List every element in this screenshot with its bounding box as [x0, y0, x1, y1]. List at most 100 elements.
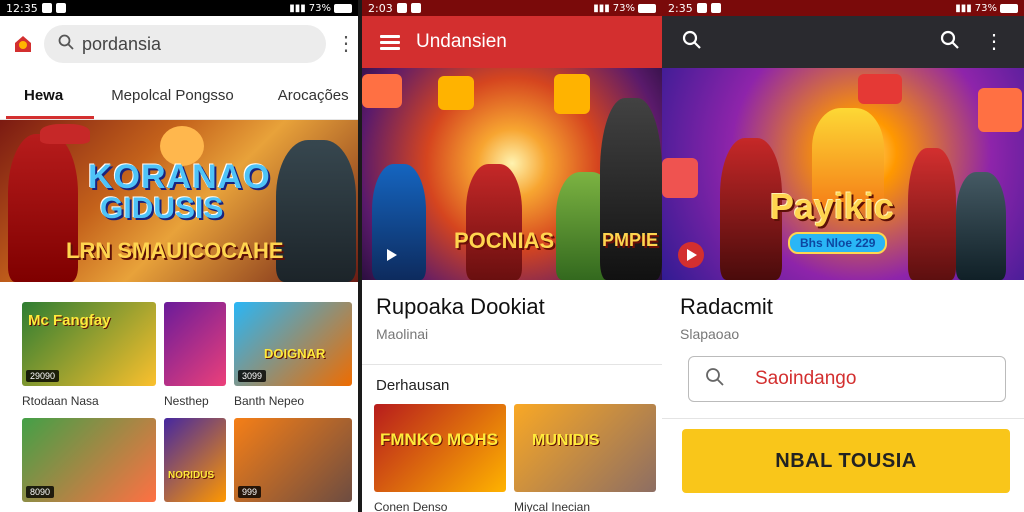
game-thumb-title: FMNKO MOHS — [380, 430, 499, 449]
game-card[interactable]: DOIGNAR 3099 Banth Nepeo — [234, 302, 352, 408]
banner-character — [600, 98, 662, 280]
battery-icon — [334, 3, 352, 13]
game-grid: Mc Fangfay 29090 Rtodaan Nasa Nesthep DO… — [0, 282, 358, 502]
active-tab-indicator — [6, 116, 94, 119]
game-card[interactable]: FMNKO MOHS Conen Denso — [374, 404, 506, 512]
game-caption: Miycal Inecian — [514, 500, 591, 512]
tab-apps[interactable]: Arocações — [234, 87, 349, 104]
banner-title-2: GIDUSIS — [100, 192, 224, 225]
banner-title: Payikic — [770, 186, 895, 227]
tab-categories[interactable]: Mepolcal Pongsso — [63, 87, 234, 104]
battery-icon — [638, 3, 656, 13]
more-menu-icon[interactable]: ⋮ — [984, 32, 1004, 52]
game-caption: Banth Nepeo — [234, 394, 305, 408]
related-games: FMNKO MOHS Conen Denso MUNIDIS Miycal In… — [362, 394, 662, 512]
battery-level: 73% — [974, 2, 997, 14]
game-caption: Conen Denso — [374, 500, 448, 512]
featured-banner[interactable]: POCNIAS PMPIE — [362, 68, 662, 280]
game-badge: 999 — [238, 486, 262, 498]
game-thumbnail: Mc Fangfay 29090 — [22, 302, 156, 386]
app-header: ⋮ — [662, 16, 1024, 68]
search-icon[interactable] — [682, 30, 702, 55]
game-thumb-title: Mc Fangfay — [28, 312, 111, 329]
app-header: Undansien — [362, 16, 662, 68]
search-input[interactable]: Saoindango — [688, 356, 1006, 402]
banner-object — [858, 74, 902, 104]
game-thumbnail: 999 — [234, 418, 352, 502]
banner-tagline: LRN SMAUICOCAHE — [66, 238, 284, 263]
app-developer: Maolinai — [376, 326, 429, 342]
game-thumbnail: MUNIDIS — [514, 404, 656, 492]
search-value: pordansia — [82, 33, 162, 54]
featured-banner[interactable]: Payikic Bhs Nloe 229 — [662, 68, 1024, 280]
game-card[interactable]: NORIDUS — [164, 418, 226, 502]
banner-title-2: PMPIE — [601, 230, 658, 250]
banner-object — [554, 74, 590, 114]
notification-icon — [696, 3, 707, 13]
status-time: 2:35 — [668, 1, 693, 15]
battery-level: 73% — [308, 2, 331, 14]
game-install-panel: 2:35 ▮▮▮ 73% ⋮ Payikic Bhs Nloe 229 Rada… — [662, 0, 1024, 512]
page-title: Undansien — [416, 31, 507, 52]
notification-icon — [41, 3, 52, 13]
signal-icon: ▮▮▮ — [955, 2, 972, 14]
game-card[interactable]: Nesthep — [164, 302, 226, 408]
game-thumbnail: NORIDUS — [164, 418, 226, 502]
banner-object — [662, 158, 698, 198]
divider — [662, 418, 1024, 419]
status-time: 12:35 — [6, 1, 38, 15]
game-thumbnail: DOIGNAR 3099 — [234, 302, 352, 386]
search-icon — [705, 367, 725, 392]
game-thumbnail — [164, 302, 226, 386]
banner-title: POCNIAS — [454, 228, 555, 253]
game-detail-panel: 2:03 ▮▮▮ 73% Undansien POCNIAS PMPIE Rupo… — [362, 0, 662, 512]
notification-icon — [396, 3, 407, 13]
game-card[interactable]: 999 — [234, 418, 352, 502]
tab-home[interactable]: Hewa — [0, 87, 63, 104]
app-title: Rupoaka Dookiat — [376, 294, 545, 319]
game-thumbnail: 8090 — [22, 418, 156, 502]
store-home-panel: 12:35 ▮▮▮ 73% pordansia ⋮ Hewa Mepolcal P… — [0, 0, 358, 512]
game-card[interactable]: MUNIDIS Miycal Inecian — [514, 404, 656, 512]
signal-icon: ▮▮▮ — [593, 2, 610, 14]
game-caption: Nesthep — [164, 394, 209, 408]
app-developer: Slapaoao — [680, 326, 740, 342]
tab-bar: Hewa Mepolcal Pongsso Arocações — [0, 72, 358, 120]
status-time: 2:03 — [368, 1, 393, 15]
featured-banner[interactable]: KORANAO GIDUSIS LRN SMAUICOCAHE — [0, 120, 358, 282]
game-badge: 3099 — [238, 370, 267, 382]
more-menu-icon[interactable]: ⋮ — [336, 34, 356, 54]
game-thumb-title: MUNIDIS — [532, 432, 600, 449]
signal-icon: ▮▮▮ — [289, 2, 306, 14]
play-icon[interactable] — [678, 242, 704, 268]
notification-icon — [410, 3, 421, 13]
battery-level: 73% — [612, 2, 635, 14]
status-bar: 12:35 ▮▮▮ 73% — [0, 0, 358, 16]
game-thumb-title: DOIGNAR — [264, 346, 326, 361]
app-title: Radacmit — [680, 294, 773, 319]
search-input[interactable]: pordansia — [44, 25, 326, 63]
menu-icon[interactable] — [380, 32, 400, 53]
search-value: Saoindango — [755, 368, 857, 389]
search-icon[interactable] — [940, 30, 960, 55]
store-logo-icon[interactable] — [12, 33, 34, 55]
banner-character — [908, 148, 956, 280]
expand-icon[interactable] — [378, 242, 404, 268]
game-thumb-title: NORIDUS — [168, 470, 215, 481]
install-button[interactable]: NBAL TOUSIA — [682, 429, 1010, 493]
banner-object — [362, 74, 402, 108]
game-card[interactable]: 8090 — [22, 418, 156, 502]
game-caption: Rtodaan Nasa — [22, 394, 99, 408]
section-heading: Derhausan — [376, 377, 450, 394]
search-icon — [58, 34, 74, 55]
banner-pill: Bhs Nloe 229 — [788, 232, 888, 254]
notification-icon — [55, 3, 66, 13]
battery-icon — [1000, 3, 1018, 13]
banner-object — [438, 76, 474, 110]
banner-hat — [40, 124, 90, 144]
app-header: pordansia ⋮ — [0, 16, 358, 72]
status-bar: 2:03 ▮▮▮ 73% — [362, 0, 662, 16]
game-badge: 29090 — [26, 370, 60, 382]
game-thumbnail: FMNKO MOHS — [374, 404, 506, 492]
game-card[interactable]: Mc Fangfay 29090 Rtodaan Nasa — [22, 302, 156, 408]
